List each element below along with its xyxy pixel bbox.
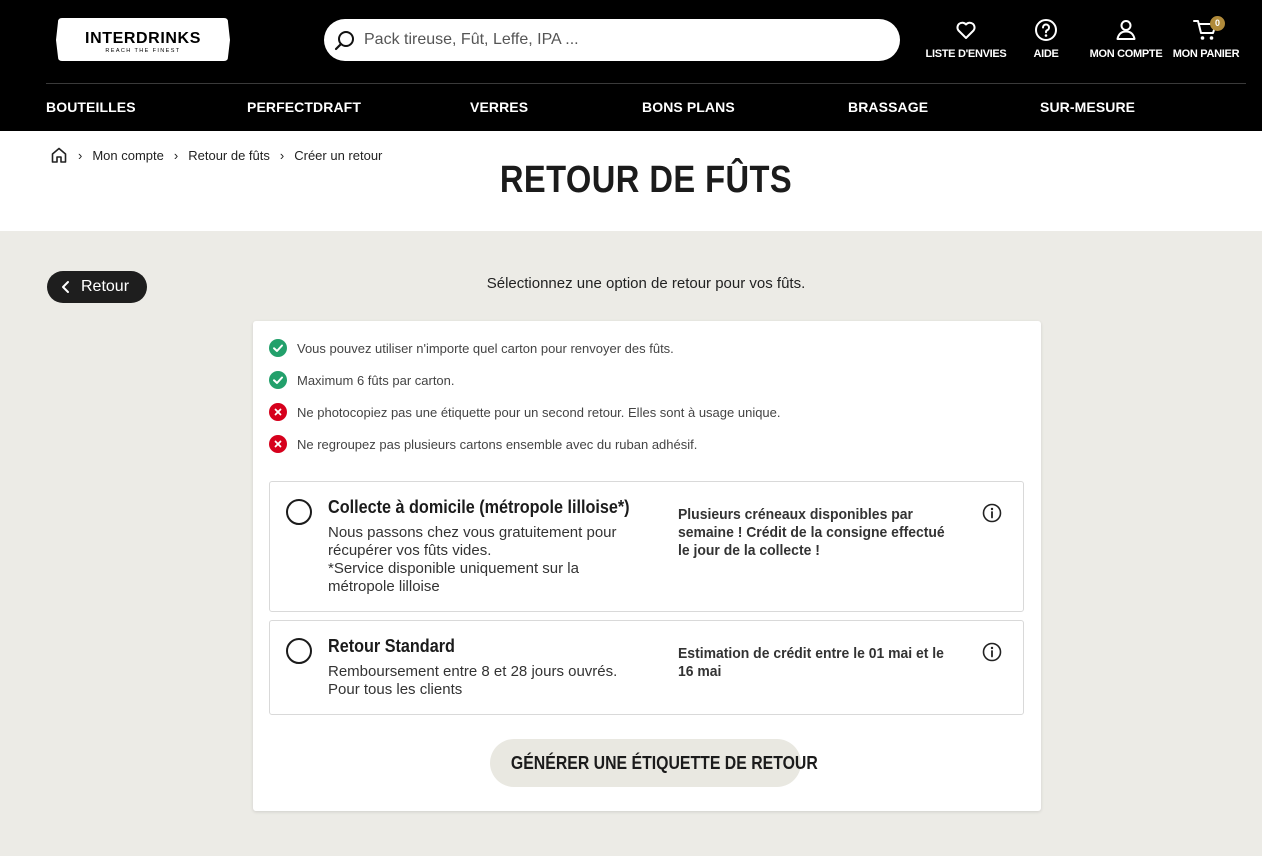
interdrinks-logo[interactable]: INTERDRINKS REACH THE FINEST xyxy=(54,16,232,63)
rule-text: Vous pouvez utiliser n'importe quel cart… xyxy=(297,340,674,356)
rule-item: Maximum 6 fûts par carton. xyxy=(269,370,455,390)
rule-text: Maximum 6 fûts par carton. xyxy=(297,372,455,388)
home-icon[interactable] xyxy=(50,146,68,164)
option-footnote: *Service disponible uniquement sur la mé… xyxy=(328,560,579,595)
header-divider xyxy=(46,83,1246,84)
option-note: Plusieurs créneaux disponibles par semai… xyxy=(678,506,945,559)
option-description-text: Nous passons chez vous gratuitement pour… xyxy=(328,524,617,559)
radio-standard-return[interactable] xyxy=(286,638,312,664)
check-icon xyxy=(269,371,287,389)
cart-count-badge: 0 xyxy=(1210,16,1225,31)
site-header: INTERDRINKS REACH THE FINEST LISTE D'ENV… xyxy=(0,0,1262,131)
account-label: MON COMPTE xyxy=(1089,48,1163,60)
option-standard-return[interactable]: Retour Standard Remboursement entre 8 et… xyxy=(269,620,1024,715)
generate-label-button[interactable]: GÉNÉRER UNE ÉTIQUETTE DE RETOUR xyxy=(490,739,818,787)
cart-link[interactable]: 0 MON PANIER xyxy=(1172,16,1240,66)
nav-brassage[interactable]: BRASSAGE xyxy=(848,99,928,115)
help-label: AIDE xyxy=(1033,48,1059,60)
search-icon xyxy=(334,31,354,51)
rule-item: Ne regroupez pas plusieurs cartons ensem… xyxy=(269,434,697,454)
svg-text:REACH THE FINEST: REACH THE FINEST xyxy=(105,48,180,54)
cross-icon xyxy=(269,403,287,421)
title-band: › Mon compte › Retour de fûts › Créer un… xyxy=(0,131,1262,231)
wishlist-label: LISTE D'ENVIES xyxy=(925,48,1007,60)
rule-text: Ne regroupez pas plusieurs cartons ensem… xyxy=(297,436,698,452)
intro-text: Sélectionnez une option de retour pour v… xyxy=(486,275,806,292)
nav-perfectdraft[interactable]: PERFECTDRAFT xyxy=(247,99,361,115)
option-description: Remboursement entre 8 et 28 jours ouvrés… xyxy=(328,663,648,699)
nav-verres[interactable]: VERRES xyxy=(470,99,528,115)
cart-label: MON PANIER xyxy=(1172,48,1240,60)
nav-bouteilles[interactable]: BOUTEILLES xyxy=(46,99,136,115)
info-icon[interactable] xyxy=(982,503,1002,523)
option-description-text: Remboursement entre 8 et 28 jours ouvrés… xyxy=(328,663,618,680)
breadcrumb-separator: › xyxy=(78,147,83,163)
option-footnote: Pour tous les clients xyxy=(328,681,463,698)
page-title: RETOUR DE FÛTS xyxy=(499,159,793,201)
option-description: Nous passons chez vous gratuitement pour… xyxy=(328,524,648,596)
generate-label-text: GÉNÉRER UNE ÉTIQUETTE DE RETOUR xyxy=(510,753,818,773)
heart-icon xyxy=(956,21,976,39)
option-note: Estimation de crédit entre le 01 mai et … xyxy=(678,645,944,680)
radio-home-collection[interactable] xyxy=(286,499,312,525)
search-input[interactable] xyxy=(364,19,884,61)
nav-sur-mesure[interactable]: SUR-MESURE xyxy=(1040,99,1135,115)
option-home-collection[interactable]: Collecte à domicile (métropole lilloise*… xyxy=(269,481,1024,612)
user-icon xyxy=(1116,20,1136,40)
return-options-card: Vous pouvez utiliser n'importe quel cart… xyxy=(253,321,1041,811)
help-link[interactable]: AIDE xyxy=(1026,18,1066,66)
rule-item: Vous pouvez utiliser n'importe quel cart… xyxy=(269,338,674,358)
option-title: Collecte à domicile (métropole lilloise*… xyxy=(328,497,630,517)
account-link[interactable]: MON COMPTE xyxy=(1088,18,1164,66)
info-icon[interactable] xyxy=(982,642,1002,662)
search-bar[interactable] xyxy=(324,19,900,61)
option-title: Retour Standard xyxy=(328,636,455,656)
nav-bons-plans[interactable]: BONS PLANS xyxy=(642,99,735,115)
rule-item: Ne photocopiez pas une étiquette pour un… xyxy=(269,402,781,422)
help-icon xyxy=(1035,19,1057,41)
wishlist-link[interactable]: LISTE D'ENVIES xyxy=(924,18,1008,66)
cross-icon xyxy=(269,435,287,453)
rule-text: Ne photocopiez pas une étiquette pour un… xyxy=(297,404,781,420)
svg-text:INTERDRINKS: INTERDRINKS xyxy=(85,30,201,47)
check-icon xyxy=(269,339,287,357)
